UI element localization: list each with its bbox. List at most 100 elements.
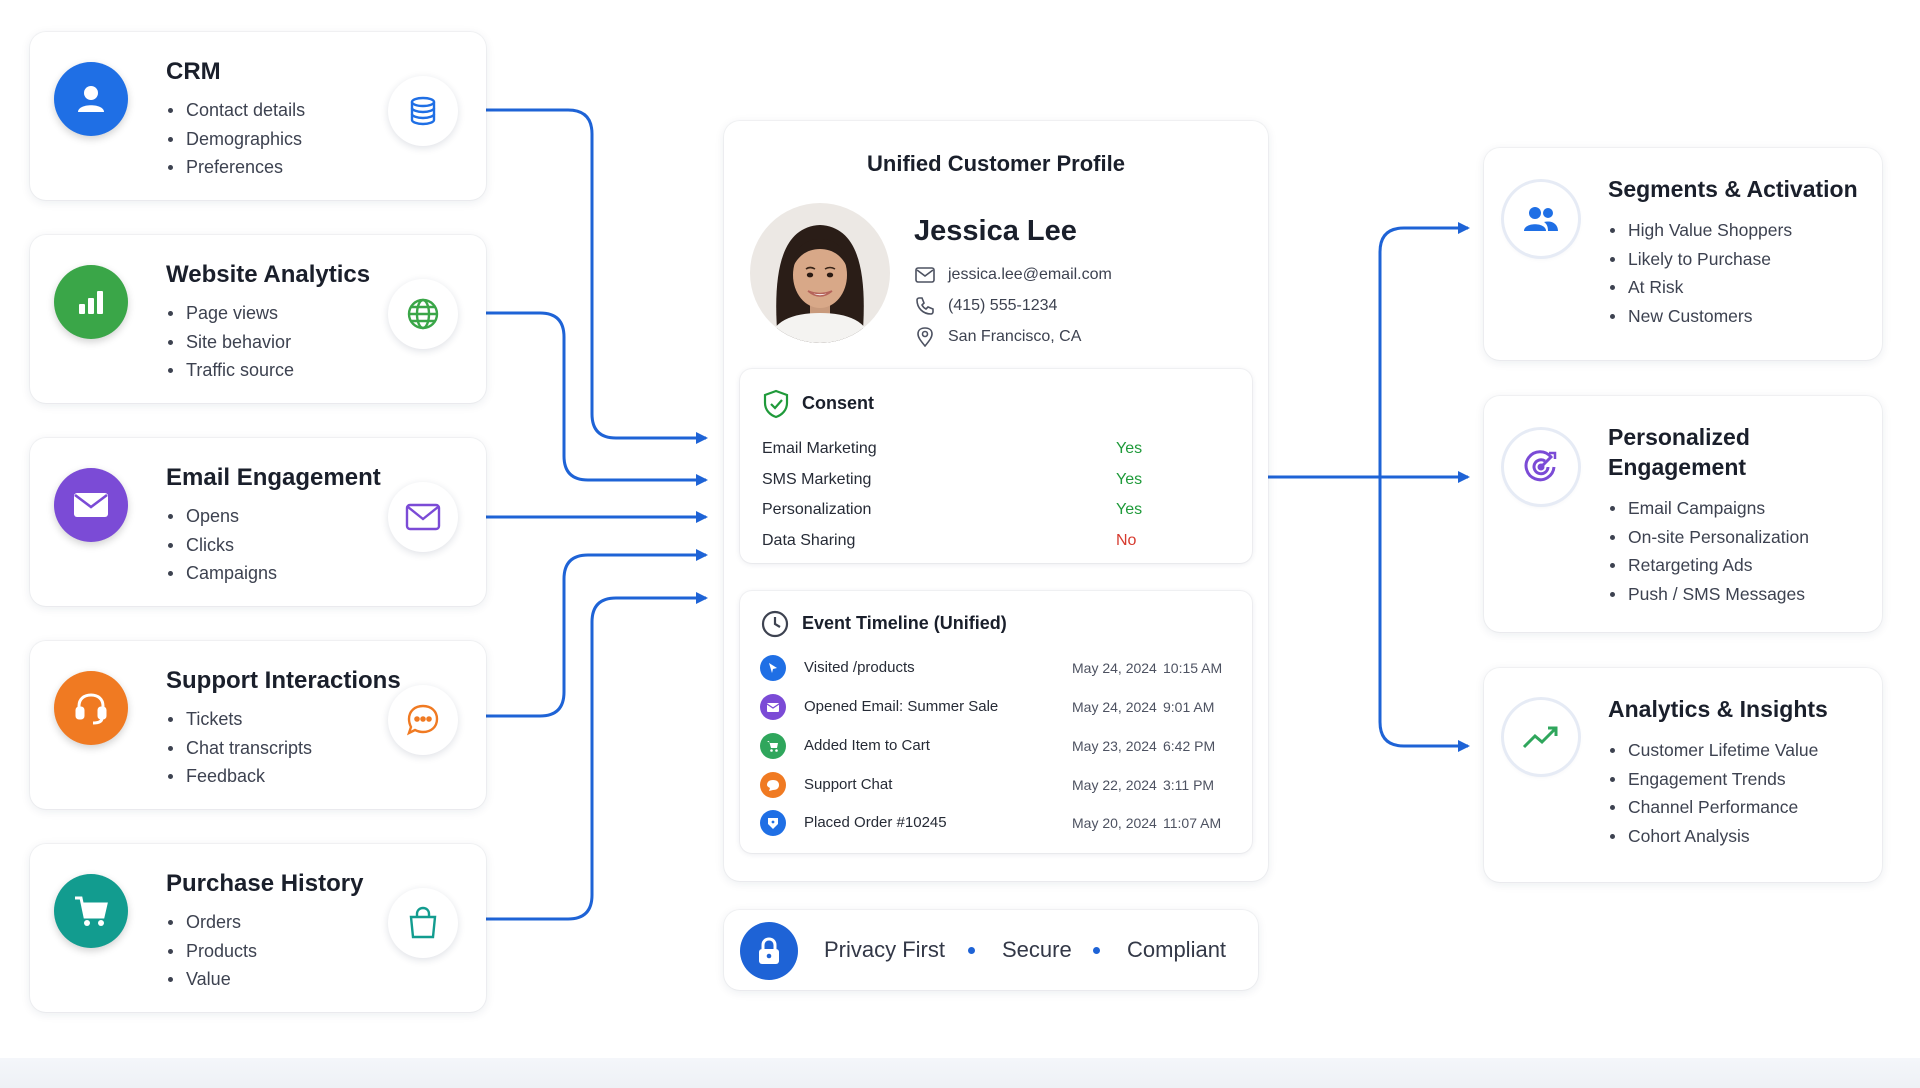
timeline-event: Added Item to Cart May 23, 2024 6:42 PM — [760, 733, 1240, 761]
list-item: Traffic source — [166, 356, 294, 385]
consent-row: Email Marketing Yes — [762, 440, 1232, 458]
tag-icon — [760, 810, 786, 836]
avatar — [750, 203, 890, 343]
timeline-panel: Event Timeline (Unified) Visited /produc… — [740, 591, 1252, 853]
list-item: Channel Performance — [1608, 793, 1818, 822]
contact-location: San Francisco, CA — [914, 326, 1081, 348]
output-items: Customer Lifetime Value Engagement Trend… — [1608, 736, 1818, 850]
source-title: Website Analytics — [166, 261, 371, 288]
privacy-item: Privacy First — [824, 937, 945, 962]
output-card-analytics-insights[interactable]: Analytics & Insights Customer Lifetime V… — [1484, 668, 1882, 882]
output-title: Segments & Activation — [1608, 174, 1858, 204]
event-time: 3:11 PM — [1163, 777, 1215, 793]
consent-value: No — [1116, 532, 1137, 549]
list-item: Likely to Purchase — [1608, 245, 1792, 274]
connector-support — [486, 549, 708, 718]
list-item: Cohort Analysis — [1608, 822, 1818, 851]
envelope-icon — [760, 694, 786, 720]
list-item: Push / SMS Messages — [1608, 580, 1809, 609]
source-title: Email Engagement — [166, 464, 381, 491]
source-title: CRM — [166, 58, 221, 85]
privacy-item: Compliant — [1127, 937, 1227, 962]
source-card-purchase-history[interactable]: Purchase History Orders Products Value — [30, 844, 486, 1012]
list-item: New Customers — [1608, 302, 1792, 331]
list-item: Site behavior — [166, 328, 294, 357]
timeline-event: Visited /products May 24, 2024 10:15 AM — [760, 655, 1240, 683]
source-items: Opens Clicks Campaigns — [166, 502, 277, 588]
list-item: Demographics — [166, 125, 305, 154]
list-item: Products — [166, 937, 257, 966]
event-label: Visited /products — [804, 659, 915, 676]
shopping-cart-icon — [54, 874, 128, 948]
output-title-line: Engagement — [1608, 454, 1747, 480]
target-icon — [1504, 430, 1578, 504]
consent-value: Yes — [1116, 501, 1143, 518]
separator-dot — [1093, 947, 1100, 954]
connector-crm — [486, 108, 708, 444]
list-item: Chat transcripts — [166, 734, 312, 763]
event-time: 6:42 PM — [1163, 738, 1216, 754]
output-items: Email Campaigns On-site Personalization … — [1608, 494, 1809, 608]
timeline-event: Placed Order #10245 May 20, 2024 11:07 A… — [760, 810, 1240, 838]
source-items: Tickets Chat transcripts Feedback — [166, 705, 312, 791]
consent-label: Email Marketing — [762, 440, 877, 457]
source-title: Purchase History — [166, 870, 364, 897]
source-items: Contact details Demographics Preferences — [166, 96, 305, 182]
source-card-support-interactions[interactable]: Support Interactions Tickets Chat transc… — [30, 641, 486, 809]
list-item: Feedback — [166, 762, 312, 791]
connector-web — [486, 311, 708, 486]
output-title: Personalized Engagement — [1608, 422, 1750, 482]
users-icon — [1504, 182, 1578, 256]
consent-row: Personalization Yes — [762, 501, 1232, 519]
list-item: Opens — [166, 502, 277, 531]
timeline-event: Opened Email: Summer Sale May 24, 2024 9… — [760, 694, 1240, 722]
event-time: 9:01 AM — [1163, 699, 1215, 715]
consent-value: Yes — [1116, 440, 1143, 457]
customer-name: Jessica Lee — [914, 215, 1077, 247]
list-item: Email Campaigns — [1608, 494, 1809, 523]
output-items: High Value Shoppers Likely to Purchase A… — [1608, 216, 1792, 330]
list-item: Customer Lifetime Value — [1608, 736, 1818, 765]
envelope-icon — [914, 264, 936, 286]
consent-value: Yes — [1116, 471, 1143, 488]
source-items: Page views Site behavior Traffic source — [166, 299, 294, 385]
profile-title: Unified Customer Profile — [867, 151, 1125, 176]
connector-purchase — [486, 592, 708, 921]
source-card-website-analytics[interactable]: Website Analytics Page views Site behavi… — [30, 235, 486, 403]
contact-email: jessica.lee@email.com — [914, 264, 1112, 286]
event-label: Placed Order #10245 — [804, 814, 947, 831]
consent-label: Data Sharing — [762, 532, 856, 549]
footer-band — [0, 1058, 1920, 1088]
source-card-email-engagement[interactable]: Email Engagement Opens Clicks Campaigns — [30, 438, 486, 606]
event-date: May 20, 2024 — [1072, 815, 1157, 831]
source-card-crm[interactable]: CRM Contact details Demographics Prefere… — [30, 32, 486, 200]
output-card-personalized-engagement[interactable]: Personalized Engagement Email Campaigns … — [1484, 396, 1882, 632]
list-item: On-site Personalization — [1608, 523, 1809, 552]
source-items: Orders Products Value — [166, 908, 257, 994]
list-item: At Risk — [1608, 273, 1792, 302]
event-date: May 24, 2024 — [1072, 699, 1157, 715]
list-item: Clicks — [166, 531, 277, 560]
email-text: jessica.lee@email.com — [948, 266, 1112, 283]
consent-label: SMS Marketing — [762, 471, 872, 488]
event-date: May 24, 2024 — [1072, 660, 1157, 676]
consent-panel: Consent Email Marketing Yes SMS Marketin… — [740, 369, 1252, 563]
output-title: Analytics & Insights — [1608, 694, 1828, 724]
list-item: High Value Shoppers — [1608, 216, 1792, 245]
separator-dot — [968, 947, 975, 954]
location-pin-icon — [914, 326, 936, 348]
shield-check-icon — [762, 389, 790, 424]
cart-icon — [760, 733, 786, 759]
unified-profile-card: Unified Customer Profile Jessica Lee jes… — [724, 121, 1268, 881]
consent-title: Consent — [802, 393, 874, 413]
event-label: Support Chat — [804, 776, 893, 793]
timeline-title: Event Timeline (Unified) — [802, 613, 1007, 633]
output-card-segments[interactable]: Segments & Activation High Value Shopper… — [1484, 148, 1882, 360]
event-date: May 23, 2024 — [1072, 738, 1157, 754]
consent-row: Data Sharing No — [762, 532, 1232, 550]
cursor-icon — [760, 655, 786, 681]
connector-out-bottom — [1378, 477, 1470, 752]
event-time: 11:07 AM — [1163, 815, 1222, 831]
list-item: Contact details — [166, 96, 305, 125]
shopping-bag-icon — [388, 888, 458, 958]
